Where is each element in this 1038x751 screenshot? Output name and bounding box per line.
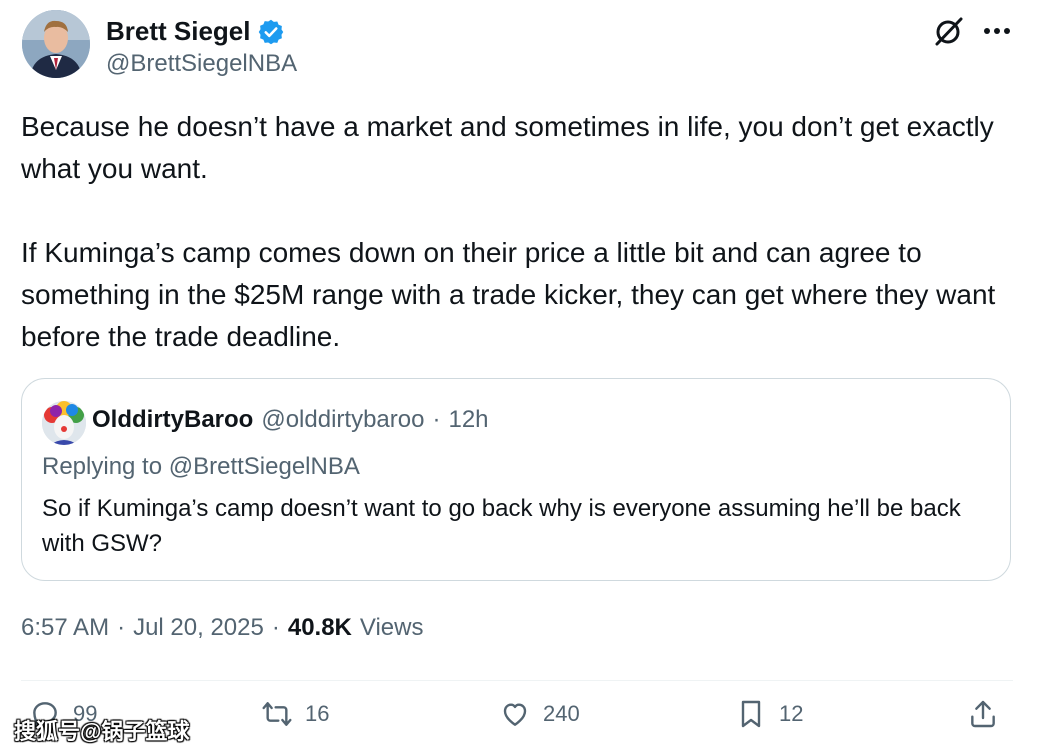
author-display-name[interactable]: Brett Siegel: [106, 16, 251, 47]
verified-badge-icon: [257, 18, 285, 46]
meta-separator: ·: [271, 614, 280, 641]
retweet-count: 16: [305, 701, 330, 726]
heart-icon: [503, 703, 527, 726]
views-count: 40.8K: [287, 614, 352, 641]
like-button[interactable]: 240: [499, 698, 580, 730]
quoted-replying-to: Replying to @BrettSiegelNBA: [42, 453, 360, 480]
bookmark-icon: [741, 700, 761, 728]
tweet-date[interactable]: Jul 20, 2025: [133, 614, 264, 642]
tweet-meta: 6:57 AM · Jul 20, 2025 · 40.8K Views: [21, 614, 423, 642]
tweet-header: Brett Siegel @BrettSiegelNBA: [22, 10, 1016, 82]
grok-icon[interactable]: [932, 14, 966, 48]
share-icon: [971, 700, 995, 728]
quoted-handle[interactable]: @olddirtybaroo: [261, 406, 424, 434]
divider: [21, 680, 1013, 681]
quoted-display-name[interactable]: OlddirtyBaroo: [92, 406, 253, 434]
author-handle[interactable]: @BrettSiegelNBA: [106, 50, 297, 78]
author-avatar[interactable]: [22, 10, 90, 78]
quoted-time[interactable]: 12h: [448, 406, 488, 434]
quoted-header: OlddirtyBaroo @olddirtybaroo · 12h: [92, 406, 489, 434]
quoted-separator: ·: [432, 406, 441, 433]
author-name-row: Brett Siegel: [106, 16, 285, 47]
tweet-text: Because he doesn’t have a market and som…: [21, 111, 996, 352]
retweet-button[interactable]: 16: [261, 698, 329, 730]
quoted-tweet[interactable]: OlddirtyBaroo @olddirtybaroo · 12h Reply…: [21, 378, 1011, 581]
tweet-time[interactable]: 6:57 AM: [21, 614, 109, 642]
bookmark-count: 12: [779, 701, 804, 726]
like-count: 240: [543, 701, 580, 726]
quoted-author-avatar[interactable]: [42, 401, 86, 445]
watermark: 搜狐号@锅子篮球: [14, 719, 190, 744]
retweet-icon: [262, 702, 292, 726]
quoted-text: So if Kuminga’s camp doesn’t want to go …: [42, 495, 961, 557]
bookmark-button[interactable]: 12: [735, 698, 803, 730]
more-icon[interactable]: [980, 14, 1014, 48]
meta-separator: ·: [117, 614, 126, 641]
views-label: Views: [359, 614, 424, 641]
share-button[interactable]: [967, 698, 999, 730]
